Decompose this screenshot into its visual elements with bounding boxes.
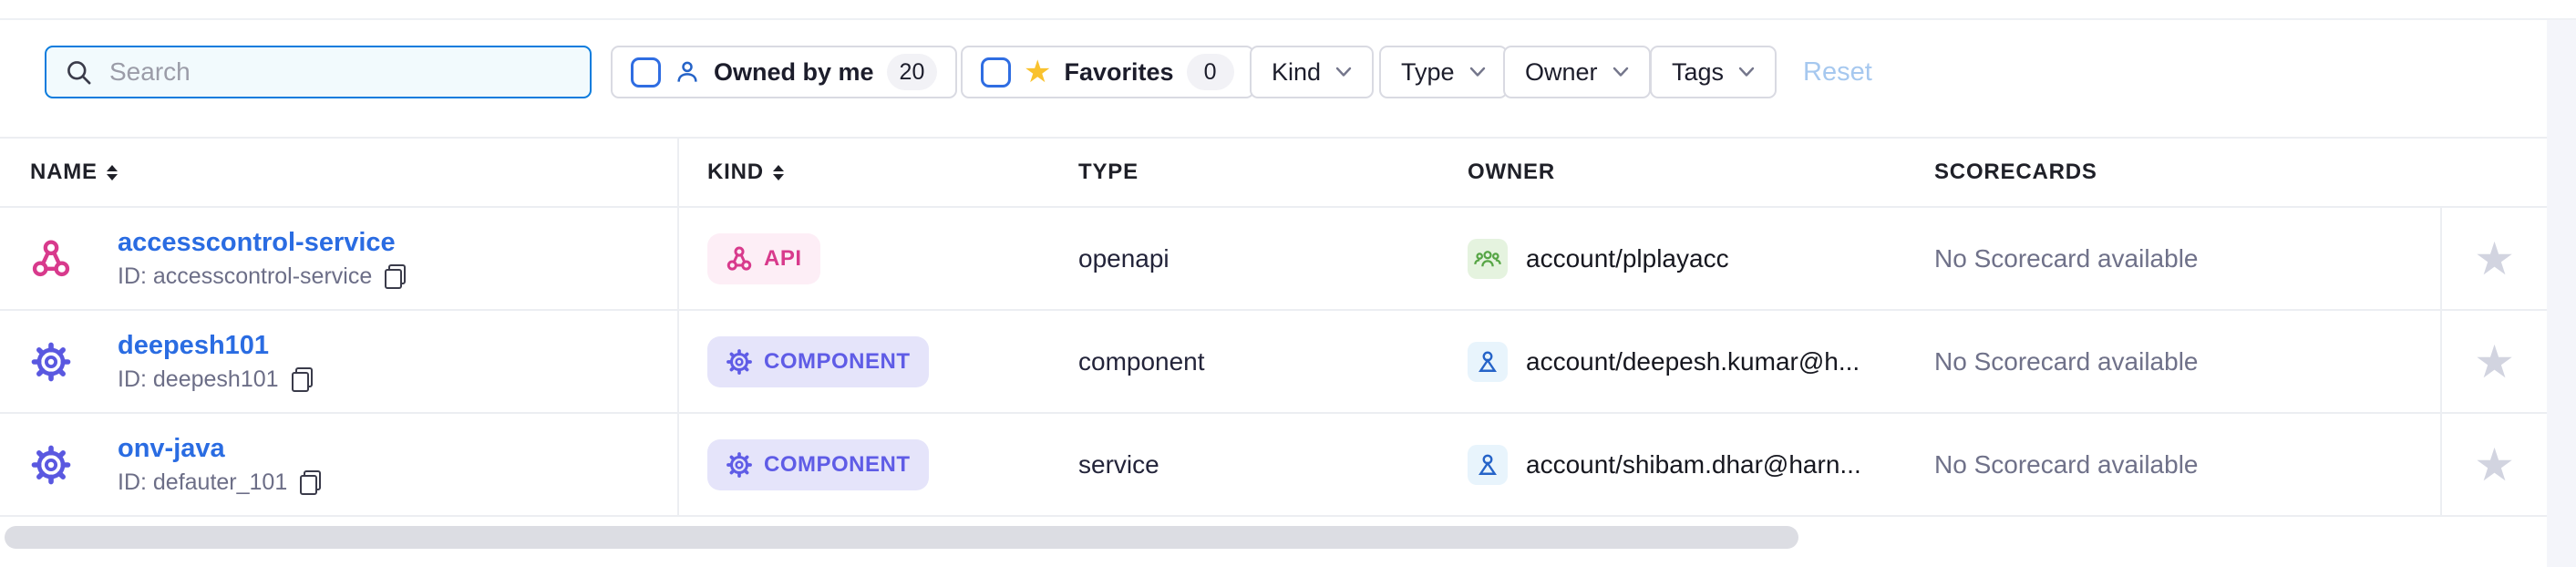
chevron-down-icon xyxy=(1738,67,1755,77)
person-icon xyxy=(674,58,701,86)
favorite-star-icon[interactable]: ★ xyxy=(2474,236,2515,282)
kind-column-label: KIND xyxy=(707,160,764,185)
sort-icon[interactable] xyxy=(773,165,784,180)
chevron-down-icon xyxy=(1469,67,1486,77)
owner-dropdown-label: Owner xyxy=(1525,58,1598,87)
column-header-kind[interactable]: KIND xyxy=(679,139,1078,206)
kind-cell: API xyxy=(679,208,1078,309)
favorites-filter[interactable]: ★ Favorites 0 xyxy=(961,46,1254,98)
owner-cell: account/plplayacc xyxy=(1468,208,1934,309)
name-column-label: NAME xyxy=(30,160,98,185)
search-box[interactable] xyxy=(45,46,592,98)
reset-button[interactable]: Reset xyxy=(1803,46,1872,98)
type-cell: openapi xyxy=(1078,208,1468,309)
column-header-favorite xyxy=(2440,139,2547,206)
kind-dropdown-label: Kind xyxy=(1272,58,1321,87)
type-column-label: TYPE xyxy=(1078,160,1139,185)
owned-by-me-label: Owned by me xyxy=(714,58,874,87)
sort-icon[interactable] xyxy=(107,165,118,180)
kind-badge-label: COMPONENT xyxy=(764,349,911,375)
search-icon xyxy=(65,58,93,87)
favorite-star-icon[interactable]: ★ xyxy=(2474,442,2515,488)
kind-badge: API xyxy=(707,233,820,284)
chevron-down-icon xyxy=(1335,67,1352,77)
scorecards-cell: No Scorecard available xyxy=(1934,208,2440,309)
favorite-star-icon[interactable]: ★ xyxy=(2474,339,2515,385)
gear-icon xyxy=(30,444,72,486)
gear-icon xyxy=(726,451,753,479)
entity-name-link[interactable]: accesscontrol-service xyxy=(118,228,406,258)
owner-dropdown[interactable]: Owner xyxy=(1503,46,1651,98)
owner-label: account/deepesh.kumar@h... xyxy=(1526,347,1860,376)
owner-column-label: OWNER xyxy=(1468,160,1555,185)
chevron-down-icon xyxy=(1613,67,1629,77)
favorite-cell: ★ xyxy=(2440,208,2547,309)
horizontal-scrollbar-thumb[interactable] xyxy=(5,526,1798,549)
owner-cell: account/deepesh.kumar@h... xyxy=(1468,311,1934,412)
table-row[interactable]: onv-java ID: defauter_101 xyxy=(0,414,2547,517)
favorites-label: Favorites xyxy=(1064,58,1173,87)
entity-id-label: ID: accesscontrol-service xyxy=(118,263,372,290)
scorecards-column-label: SCORECARDS xyxy=(1934,160,2097,185)
kind-badge: COMPONENT xyxy=(707,336,929,387)
table-row[interactable]: deepesh101 ID: deepesh101 xyxy=(0,311,2547,414)
column-header-type: TYPE xyxy=(1078,139,1468,206)
entity-id-label: ID: defauter_101 xyxy=(118,469,287,496)
gear-icon xyxy=(30,341,72,383)
owned-by-me-filter[interactable]: Owned by me 20 xyxy=(611,46,957,98)
tags-dropdown[interactable]: Tags xyxy=(1650,46,1777,98)
owner-label: account/plplayacc xyxy=(1526,244,1729,273)
entity-name-link[interactable]: onv-java xyxy=(118,434,321,464)
owned-by-me-count: 20 xyxy=(887,54,938,90)
scorecards-cell: No Scorecard available xyxy=(1934,414,2440,515)
type-cell: component xyxy=(1078,311,1468,412)
name-cell: accesscontrol-service ID: accesscontrol-… xyxy=(0,208,679,309)
column-header-owner: OWNER xyxy=(1468,139,1934,206)
favorite-cell: ★ xyxy=(2440,311,2547,412)
api-icon xyxy=(726,245,753,273)
type-dropdown[interactable]: Type xyxy=(1379,46,1508,98)
favorites-checkbox[interactable] xyxy=(981,57,1011,88)
star-icon: ★ xyxy=(1024,57,1051,88)
filter-toolbar: Owned by me 20 ★ Favorites 0 Kind Type O… xyxy=(0,20,2576,137)
tags-dropdown-label: Tags xyxy=(1672,58,1724,87)
name-cell: deepesh101 ID: deepesh101 xyxy=(0,311,679,412)
entity-id-label: ID: deepesh101 xyxy=(118,366,279,393)
copy-icon[interactable] xyxy=(300,470,321,495)
kind-dropdown[interactable]: Kind xyxy=(1250,46,1374,98)
kind-badge-label: COMPONENT xyxy=(764,452,911,478)
user-icon xyxy=(1468,445,1508,485)
kind-cell: COMPONENT xyxy=(679,311,1078,412)
gear-icon xyxy=(726,348,753,376)
page-gutter xyxy=(2547,20,2576,567)
api-icon xyxy=(30,238,72,280)
copy-icon[interactable] xyxy=(292,367,313,392)
entity-name-link[interactable]: deepesh101 xyxy=(118,331,313,361)
user-icon xyxy=(1468,342,1508,382)
favorite-cell: ★ xyxy=(2440,414,2547,515)
copy-icon[interactable] xyxy=(385,264,406,289)
type-cell: service xyxy=(1078,414,1468,515)
column-header-name[interactable]: NAME xyxy=(0,139,679,206)
scorecards-cell: No Scorecard available xyxy=(1934,311,2440,412)
table-row[interactable]: accesscontrol-service ID: accesscontrol-… xyxy=(0,208,2547,311)
name-cell: onv-java ID: defauter_101 xyxy=(0,414,679,515)
catalog-page: Owned by me 20 ★ Favorites 0 Kind Type O… xyxy=(0,0,2576,567)
group-icon xyxy=(1468,239,1508,279)
owned-by-me-checkbox[interactable] xyxy=(631,57,661,88)
owner-label: account/shibam.dhar@harn... xyxy=(1526,450,1861,479)
kind-cell: COMPONENT xyxy=(679,414,1078,515)
kind-badge-label: API xyxy=(764,246,802,272)
type-dropdown-label: Type xyxy=(1401,58,1455,87)
favorites-count: 0 xyxy=(1187,54,1234,90)
catalog-table: NAME KIND TYPE OWNER SCORECARDS xyxy=(0,137,2547,517)
search-input[interactable] xyxy=(109,57,572,87)
column-header-scorecards: SCORECARDS xyxy=(1934,139,2440,206)
kind-badge: COMPONENT xyxy=(707,439,929,490)
owner-cell: account/shibam.dhar@harn... xyxy=(1468,414,1934,515)
table-header-row: NAME KIND TYPE OWNER SCORECARDS xyxy=(0,137,2547,208)
